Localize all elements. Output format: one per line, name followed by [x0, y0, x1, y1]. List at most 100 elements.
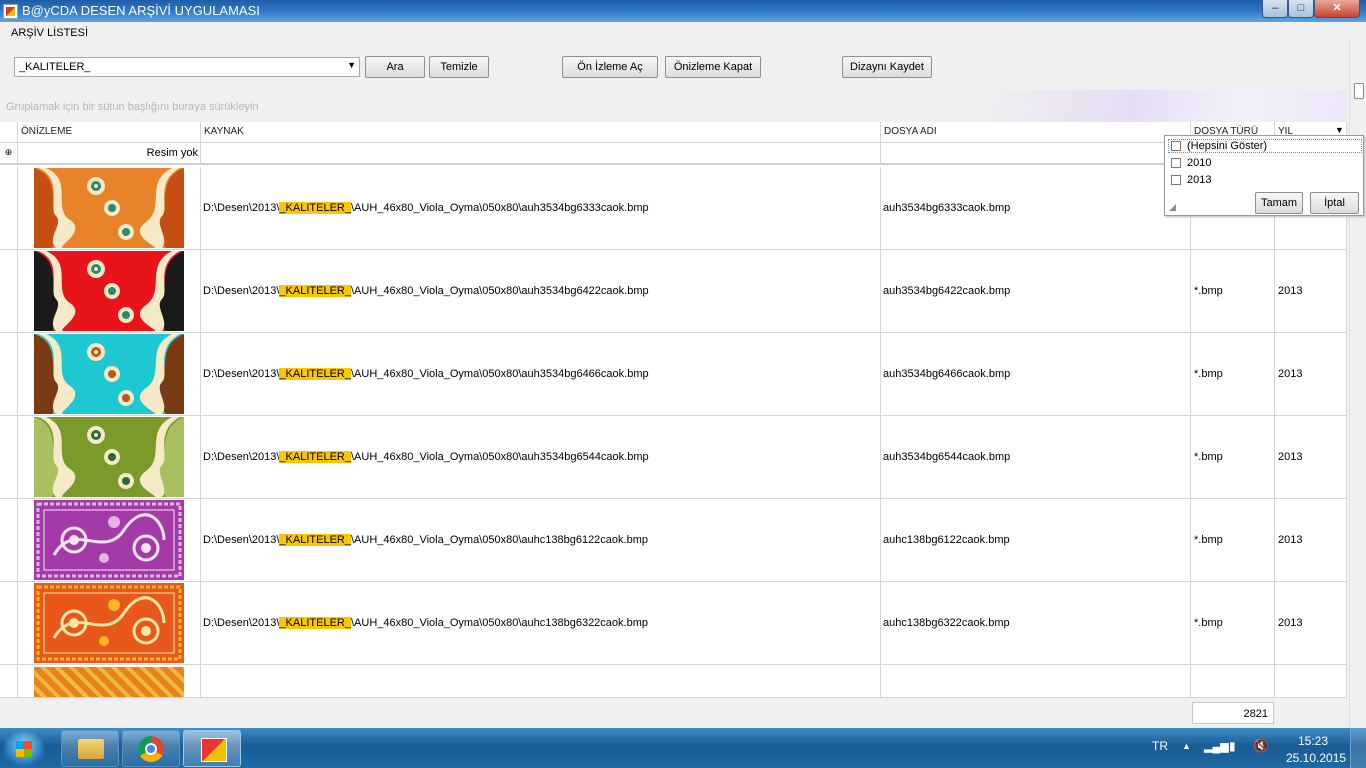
filter-cell-source[interactable]: [201, 143, 881, 165]
source-path-highlight: _KALITELER_: [279, 534, 351, 546]
filename-cell[interactable]: auhc138bg6122caok.bmp: [881, 499, 1191, 582]
preview-cell[interactable]: [18, 167, 201, 250]
preview-cell[interactable]: [18, 582, 201, 665]
clock-date[interactable]: 25.10.2015: [1286, 751, 1346, 765]
source-cell[interactable]: D:\Desen\2013\_KALITELER_\AUH_46x80_Viol…: [201, 167, 881, 250]
chevron-down-icon[interactable]: ▼: [347, 60, 356, 70]
row-indicator[interactable]: [0, 582, 18, 665]
filename-cell[interactable]: auh3534bg6466caok.bmp: [881, 333, 1191, 416]
clear-button[interactable]: Temizle: [429, 56, 489, 78]
row-indicator[interactable]: [0, 250, 18, 333]
maximize-button[interactable]: □: [1288, 0, 1314, 18]
row-indicator[interactable]: [0, 333, 18, 416]
taskbar-explorer[interactable]: [61, 730, 119, 767]
filetype-cell[interactable]: *.bmp: [1191, 582, 1275, 665]
filter-icon[interactable]: ▼: [1335, 125, 1344, 135]
filter-cell-filename[interactable]: [881, 143, 1191, 165]
preview-cell[interactable]: [18, 250, 201, 333]
year-filter-popup: (Hepsini Göster) 2010 2013 ◢ Tamam İptal: [1164, 135, 1364, 216]
design-thumbnail: [34, 417, 184, 497]
preview-cell[interactable]: [18, 499, 201, 582]
resize-grip-icon[interactable]: ◢: [1169, 202, 1176, 213]
filter-checkbox-all[interactable]: [1171, 141, 1181, 151]
filter-ok-button[interactable]: Tamam: [1255, 192, 1303, 214]
source-path-prefix: D:\Desen\2013\: [203, 617, 280, 629]
minimize-button[interactable]: –: [1262, 0, 1288, 18]
year-cell[interactable]: 2013: [1275, 582, 1347, 665]
year-cell[interactable]: 2013: [1275, 333, 1347, 416]
show-hidden-icons-icon[interactable]: ▲: [1182, 741, 1191, 751]
preview-cell[interactable]: [18, 665, 201, 698]
source-path-prefix: D:\Desen\2013\: [203, 534, 280, 546]
filename-cell[interactable]: auh3534bg6544caok.bmp: [881, 416, 1191, 499]
title-bar[interactable]: B@yCDA DESEN ARŞİVİ UYGULAMASI: [0, 0, 1366, 22]
group-panel[interactable]: Gruplamak için bir sütun başlığını buray…: [0, 90, 1347, 123]
archive-combo[interactable]: _KALITELER_ ▼: [14, 57, 360, 77]
filter-cell-preview[interactable]: Resim yok: [18, 143, 201, 165]
device-icon[interactable]: ▮: [1229, 739, 1236, 753]
column-header-filename[interactable]: DOSYA ADI: [881, 122, 1191, 143]
window-title: B@yCDA DESEN ARŞİVİ UYGULAMASI: [22, 3, 260, 18]
filter-item-2010[interactable]: 2010: [1187, 157, 1211, 169]
app-icon: [3, 4, 18, 19]
source-cell[interactable]: D:\Desen\2013\_KALITELER_\AUH_46x80_Viol…: [201, 333, 881, 416]
source-cell[interactable]: D:\Desen\2013\_KALITELER_\AUH_46x80_Viol…: [201, 250, 881, 333]
source-path-highlight: _KALITELER_: [279, 285, 351, 297]
taskbar-app[interactable]: [183, 730, 241, 767]
row-indicator[interactable]: [0, 167, 18, 250]
start-button[interactable]: [4, 731, 44, 767]
app-icon: [201, 738, 227, 762]
preview-cell[interactable]: [18, 416, 201, 499]
year-cell[interactable]: [1275, 665, 1347, 698]
source-path-suffix: \AUH_46x80_Viola_Oyma\050x80\auh3534bg64…: [350, 285, 649, 297]
row-indicator[interactable]: [0, 665, 18, 698]
source-cell[interactable]: D:\Desen\2013\_KALITELER_\AUH_46x80_Viol…: [201, 582, 881, 665]
volume-muted-icon[interactable]: 🔇: [1253, 738, 1269, 754]
source-path-highlight: _KALITELER_: [279, 617, 351, 629]
filetype-cell[interactable]: *.bmp: [1191, 499, 1275, 582]
close-preview-button[interactable]: Önizleme Kapat: [665, 56, 761, 78]
column-header-source[interactable]: KAYNAK: [201, 122, 881, 143]
show-desktop-button[interactable]: [1350, 728, 1366, 768]
filetype-cell[interactable]: *.bmp: [1191, 250, 1275, 333]
open-preview-button[interactable]: Ön İzleme Aç: [562, 56, 658, 78]
source-path-highlight: _KALITELER_: [279, 368, 351, 380]
chrome-icon: [138, 736, 164, 762]
source-cell[interactable]: D:\Desen\2013\_KALITELER_\AUH_46x80_Viol…: [201, 416, 881, 499]
filetype-cell[interactable]: *.bmp: [1191, 333, 1275, 416]
row-indicator[interactable]: [0, 416, 18, 499]
clock-time[interactable]: 15:23: [1298, 734, 1328, 748]
preview-cell[interactable]: [18, 333, 201, 416]
source-cell[interactable]: D:\Desen\2013\_KALITELER_\AUH_46x80_Viol…: [201, 499, 881, 582]
filetype-cell[interactable]: [1191, 665, 1275, 698]
row-indicator[interactable]: [0, 499, 18, 582]
filetype-cell[interactable]: *.bmp: [1191, 416, 1275, 499]
design-thumbnail: [34, 500, 184, 580]
taskbar-chrome[interactable]: [122, 730, 180, 767]
filename-cell[interactable]: auh3534bg6333caok.bmp: [881, 167, 1191, 250]
source-path-suffix: \AUH_46x80_Viola_Oyma\050x80\auh3534bg64…: [350, 368, 649, 380]
save-layout-button[interactable]: Dizaynı Kaydet: [842, 56, 932, 78]
network-icon[interactable]: ▂▄▆: [1204, 740, 1229, 753]
language-indicator[interactable]: TR: [1152, 739, 1168, 753]
filter-item-2013[interactable]: 2013: [1187, 174, 1211, 186]
close-button[interactable]: ✕: [1314, 0, 1360, 18]
filter-checkbox-2013[interactable]: [1171, 175, 1181, 185]
filename-cell[interactable]: [881, 665, 1191, 698]
source-cell[interactable]: [201, 665, 881, 698]
source-path-prefix: D:\Desen\2013\: [203, 368, 280, 380]
year-cell[interactable]: 2013: [1275, 250, 1347, 333]
filter-cancel-button[interactable]: İptal: [1310, 192, 1359, 214]
year-cell[interactable]: 2013: [1275, 499, 1347, 582]
source-path-highlight: _KALITELER_: [279, 202, 351, 214]
menu-arsiv-listesi[interactable]: ARŞİV LİSTESİ: [11, 27, 88, 39]
search-button[interactable]: Ara: [365, 56, 425, 78]
filename-cell[interactable]: auh3534bg6422caok.bmp: [881, 250, 1191, 333]
scrollbar-thumb[interactable]: [1354, 83, 1364, 99]
column-header-preview[interactable]: ÖNİZLEME: [18, 122, 201, 143]
combo-value: _KALITELER_: [19, 61, 91, 73]
filename-cell[interactable]: auhc138bg6322caok.bmp: [881, 582, 1191, 665]
filter-item-all[interactable]: (Hepsini Göster): [1187, 140, 1267, 152]
year-cell[interactable]: 2013: [1275, 416, 1347, 499]
filter-checkbox-2010[interactable]: [1171, 158, 1181, 168]
